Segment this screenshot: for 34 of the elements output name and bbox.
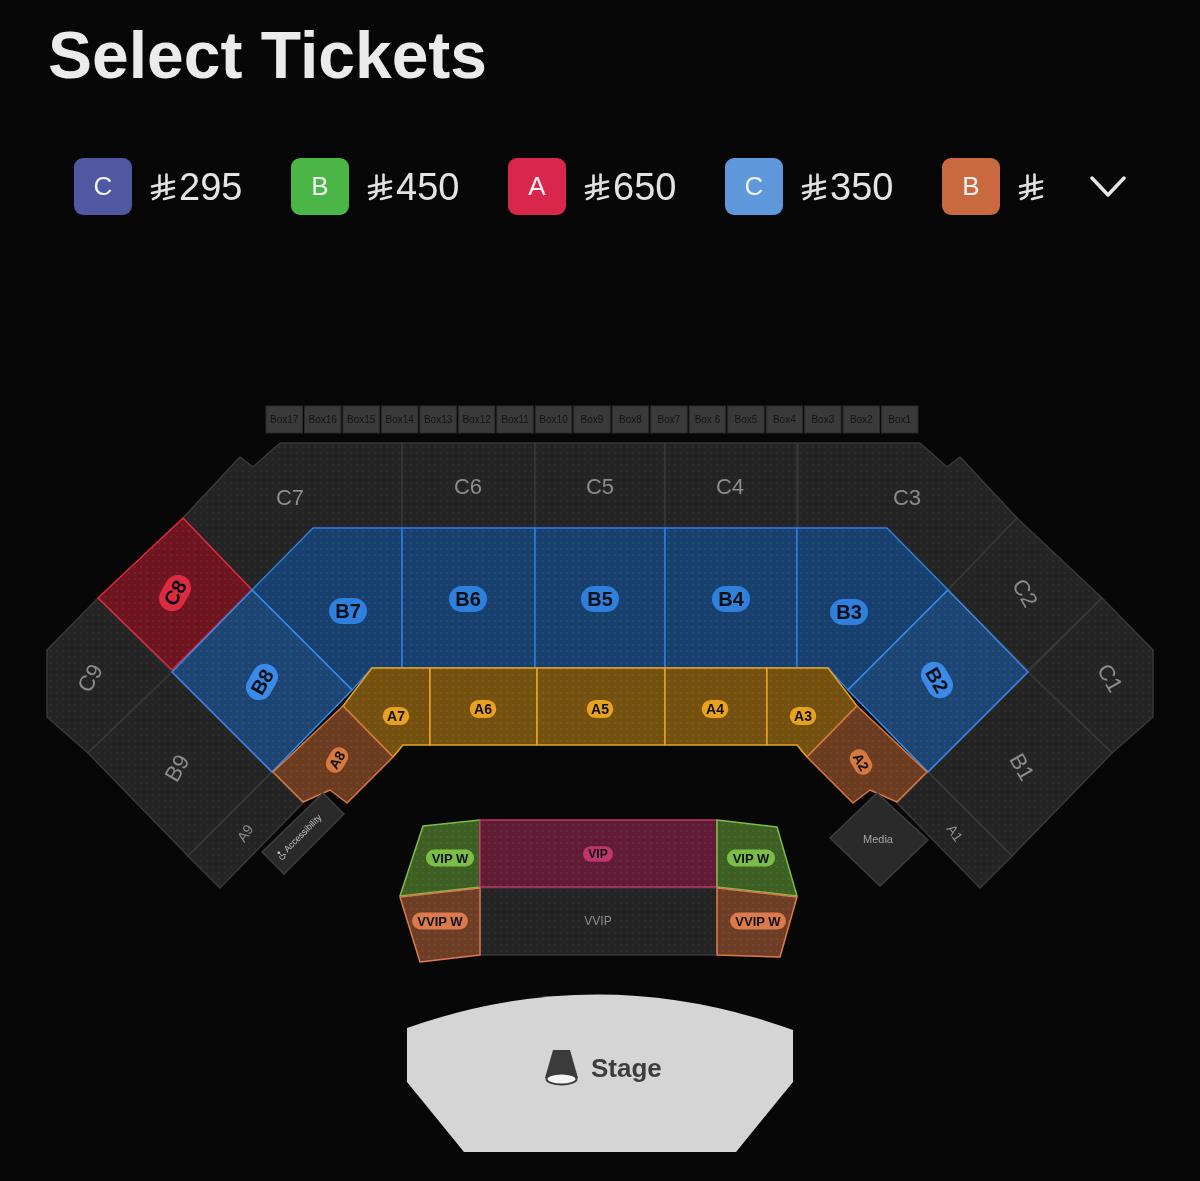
tier-badge[interactable]: B — [291, 158, 349, 215]
section-label: C5 — [585, 473, 615, 499]
section-label: B1 — [1004, 749, 1040, 785]
section-label: A1 — [943, 821, 967, 845]
spotlight-icon — [545, 1050, 578, 1086]
tier-badge[interactable]: C — [74, 158, 132, 215]
accessibility-icon — [277, 851, 287, 860]
section-label: A9 — [233, 821, 257, 845]
tier-badge[interactable]: A — [508, 158, 566, 215]
tier-badge[interactable]: C — [725, 158, 783, 215]
price-label: 450 — [396, 167, 460, 206]
section-label: B9 — [159, 750, 195, 786]
section-label: C3 — [892, 484, 922, 510]
section-label: C4 — [715, 473, 745, 499]
section-label: C6 — [453, 473, 483, 499]
stage-label: Stage — [591, 1053, 662, 1083]
currency-icon — [150, 172, 176, 201]
currency-icon — [801, 172, 827, 201]
expand-button[interactable] — [1090, 175, 1126, 198]
section-label: VVIP — [584, 914, 612, 928]
chevron-down-icon — [1090, 175, 1126, 198]
currency-icon — [584, 172, 610, 201]
price-label: 350 — [830, 167, 894, 206]
currency-icon — [1018, 172, 1044, 201]
section-label: C1 — [1092, 659, 1128, 697]
area-label: Media — [863, 833, 893, 845]
tier-badge[interactable]: B — [942, 158, 1000, 215]
price-label: 295 — [179, 167, 243, 206]
section-label: C7 — [275, 484, 305, 510]
section-label: C9 — [72, 659, 108, 697]
price-label: 650 — [613, 167, 677, 206]
currency-icon — [367, 172, 393, 201]
page-title: Select Tickets — [48, 22, 488, 88]
section-label: C2 — [1007, 574, 1043, 612]
